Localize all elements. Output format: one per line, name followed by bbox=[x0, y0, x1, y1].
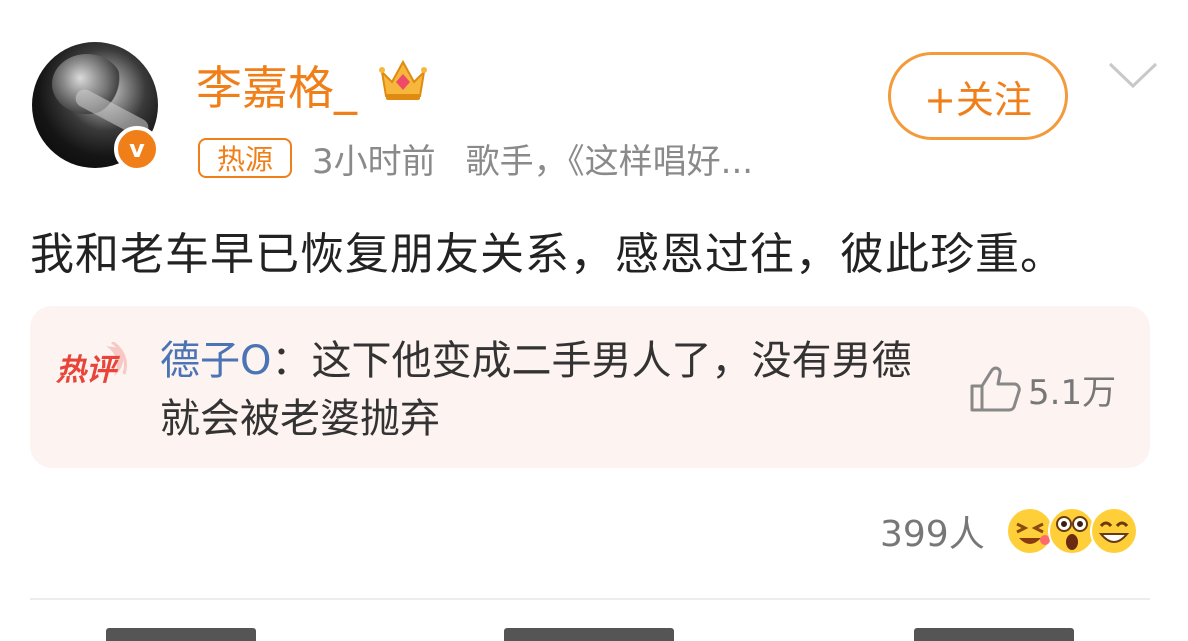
divider bbox=[30, 598, 1150, 600]
post-meta: 3小时前 歌手，《这样唱好... bbox=[312, 134, 753, 183]
user-description: 歌手，《这样唱好... bbox=[465, 142, 754, 182]
chevron-down-icon[interactable] bbox=[1106, 56, 1160, 92]
hot-comment-label: 热评 bbox=[55, 342, 127, 388]
post-time: 3小时前 bbox=[312, 142, 436, 182]
reaction-summary[interactable]: 399人 bbox=[880, 505, 1139, 557]
comment-body: 德子O：这下他变成二手男人了，没有男德就会被老婆抛弃 bbox=[160, 332, 940, 448]
verified-badge-icon: v bbox=[114, 126, 160, 172]
hot-source-badge[interactable]: 热源 bbox=[198, 138, 292, 178]
repost-button[interactable] bbox=[106, 628, 256, 641]
comment-button[interactable] bbox=[504, 628, 674, 641]
comment-author[interactable]: 德子O bbox=[160, 338, 271, 384]
comment-separator: ： bbox=[271, 338, 312, 384]
reaction-count: 399人 bbox=[880, 514, 985, 555]
follow-button[interactable]: +关注 bbox=[888, 52, 1068, 140]
hot-comment-card[interactable]: 热评 德子O：这下他变成二手男人了，没有男德就会被老婆抛弃 5.1万 bbox=[30, 306, 1150, 468]
thumbs-up-icon bbox=[970, 366, 1021, 412]
comment-like-button[interactable]: 5.1万 bbox=[968, 364, 1116, 414]
like-button[interactable] bbox=[914, 628, 1074, 641]
hot-comment-label-text: 热评 bbox=[55, 353, 121, 388]
username[interactable]: 李嘉格_ bbox=[196, 52, 357, 118]
comment-like-count: 5.1万 bbox=[1028, 372, 1117, 413]
crown-icon bbox=[379, 59, 427, 100]
post-content: 我和老车早已恢复朋友关系，感恩过往，彼此珍重。 bbox=[30, 229, 1065, 280]
grin-emoji-icon bbox=[1089, 507, 1138, 555]
